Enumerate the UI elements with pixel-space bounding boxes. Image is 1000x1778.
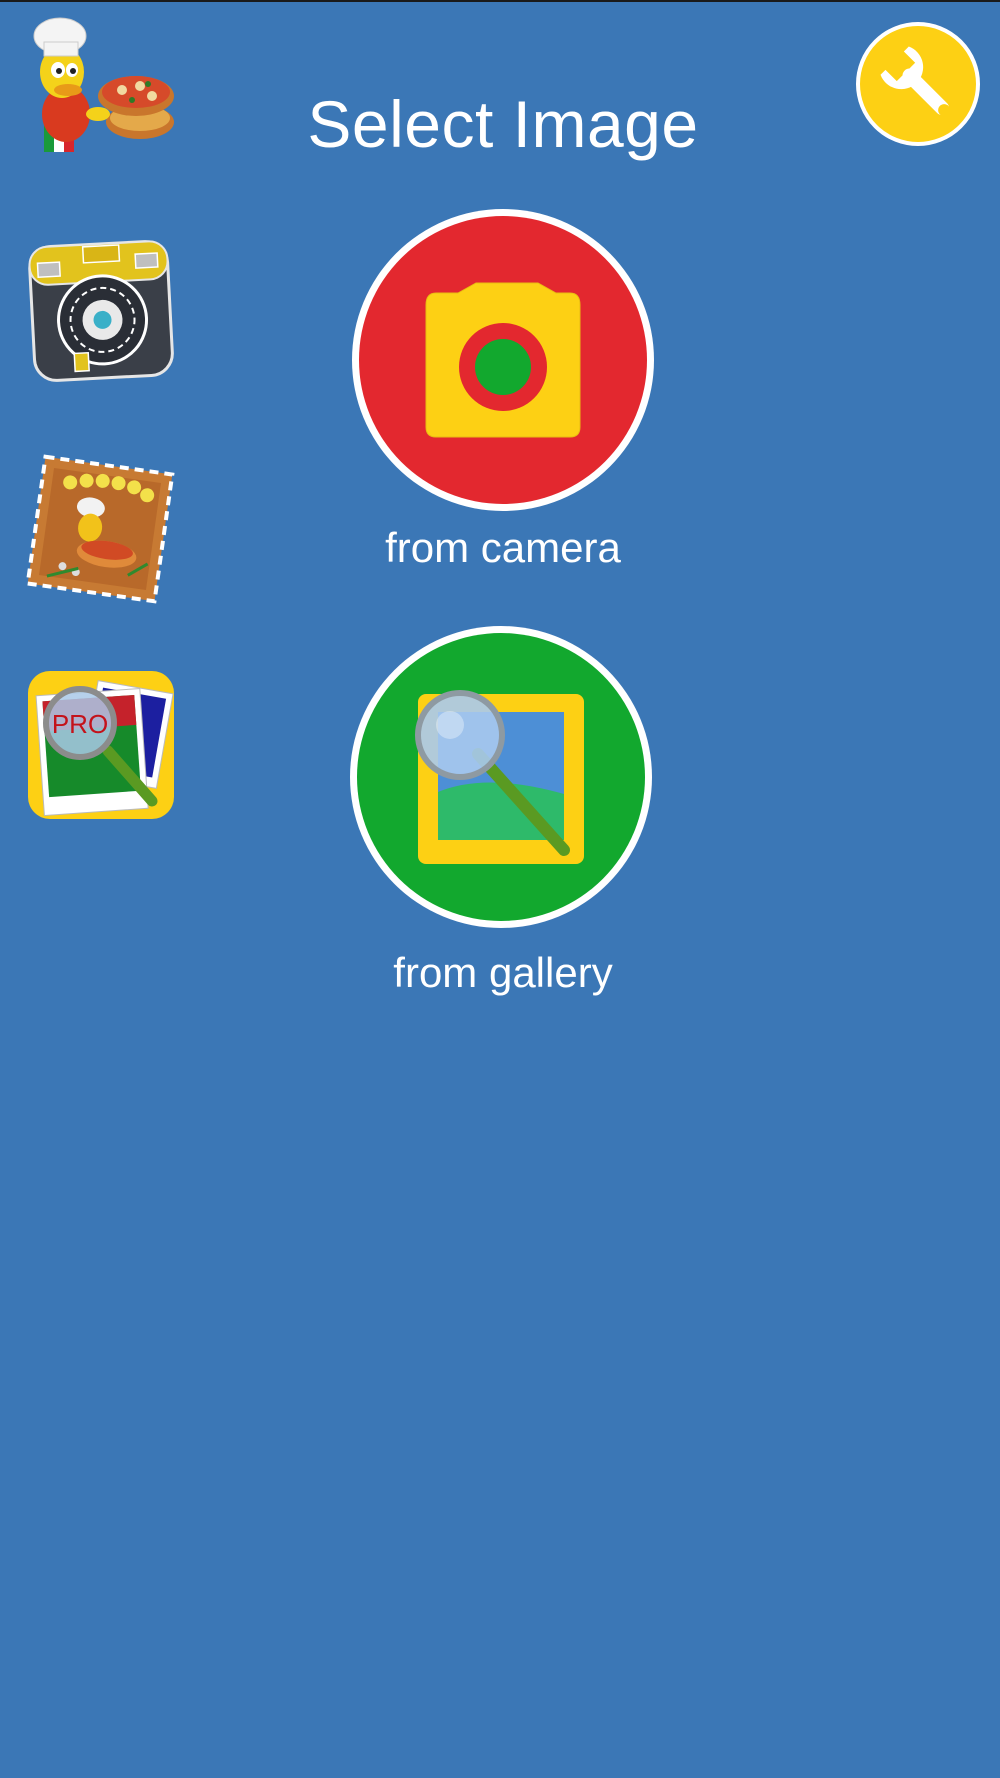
from-gallery-label: from gallery — [393, 949, 613, 996]
pro-badge-text: PRO — [52, 709, 108, 739]
sketch-camera-graphic — [28, 240, 174, 382]
from-camera-label: from camera — [385, 524, 621, 571]
from-camera-button[interactable] — [348, 205, 658, 515]
camera-icon — [352, 209, 654, 511]
from-gallery-button[interactable] — [346, 622, 656, 932]
photo-search-pro-app-icon[interactable]: PRO — [28, 671, 174, 819]
sketch-camera-app-icon[interactable] — [26, 234, 176, 386]
pizza-chef-graphic — [33, 17, 174, 152]
photo-search-pro-graphic: PRO — [28, 671, 174, 819]
wrench-icon — [856, 22, 980, 146]
settings-button[interactable] — [855, 21, 981, 147]
select-image-screen: Select Image PRO from camera from galler… — [0, 0, 1000, 1778]
pizza-chef-app-icon[interactable] — [18, 14, 178, 159]
gallery-magnifier-icon — [350, 626, 652, 928]
